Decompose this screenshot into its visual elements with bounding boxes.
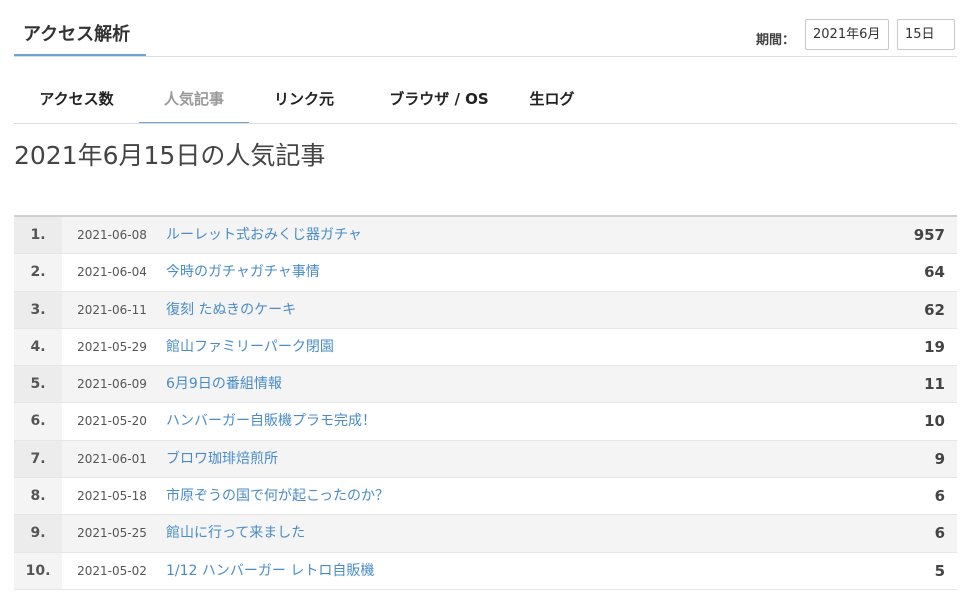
table-row: 10. 2021-05-02 1/12 ハンバーガー レトロ自販機 5 — [14, 552, 957, 590]
page-title: 2021年6月15日の人気記事 — [14, 141, 326, 170]
rank-cell: 5. — [14, 366, 62, 403]
tab-raw-log[interactable]: 生ログ — [519, 80, 585, 122]
count-cell: 957 — [913, 226, 945, 244]
table-row: 4. 2021-05-29 館山ファミリーパーク閉園 19 — [14, 328, 957, 367]
count-cell: 9 — [934, 449, 945, 468]
article-link[interactable]: 1/12 ハンバーガー レトロ自販機 — [166, 553, 374, 589]
table-row: 5. 2021-06-09 6月9日の番組情報 11 — [14, 366, 957, 404]
period-day-select[interactable]: 15日 — [897, 19, 955, 50]
table-row: 7. 2021-06-01 ブロワ珈琲焙煎所 9 — [14, 440, 957, 479]
table-row: 9. 2021-05-25 館山に行って来ました 6 — [14, 515, 957, 553]
period-month-select[interactable]: 2021年6月 — [805, 19, 889, 50]
header-divider — [14, 56, 957, 57]
article-link[interactable]: 館山ファミリーパーク閉園 — [166, 329, 334, 365]
table-row: 3. 2021-06-11 復刻 たぬきのケーキ 62 — [14, 291, 957, 329]
count-cell: 64 — [924, 263, 945, 282]
rank-cell: 8. — [14, 478, 62, 515]
date-cell: 2021-06-11 — [77, 302, 147, 317]
tab-browser-os[interactable]: ブラウザ / OS — [359, 80, 519, 122]
rank-cell: 6. — [14, 403, 62, 440]
rank-cell: 10. — [14, 552, 62, 589]
article-link[interactable]: ブロワ珈琲焙煎所 — [166, 441, 278, 477]
rank-cell: 2. — [14, 254, 62, 291]
count-cell: 6 — [934, 524, 945, 543]
header-title: アクセス解析 — [23, 24, 131, 45]
date-cell: 2021-06-01 — [77, 451, 147, 466]
count-cell: 5 — [934, 561, 945, 580]
article-link[interactable]: 館山に行って来ました — [166, 515, 305, 551]
table-row: 6. 2021-05-20 ハンバーガー自販機プラモ完成！ 10 — [14, 403, 957, 441]
rank-cell: 3. — [14, 291, 62, 328]
article-link[interactable]: ルーレット式おみくじ器ガチャ — [166, 217, 362, 253]
date-cell: 2021-05-29 — [77, 339, 147, 354]
popular-articles-table: 1. 2021-06-08 ルーレット式おみくじ器ガチャ 957 2. 2021… — [14, 215, 957, 590]
rank-cell: 7. — [14, 440, 62, 478]
tab-referrers[interactable]: リンク元 — [249, 80, 359, 122]
date-cell: 2021-05-02 — [77, 563, 147, 578]
table-row: 2. 2021-06-04 今時のガチャガチャ事情 64 — [14, 254, 957, 292]
access-analysis-page: アクセス解析 期間： 2021年6月 15日 アクセス数 人気記事 リンク元 ブ… — [0, 0, 972, 598]
count-cell: 11 — [924, 375, 945, 394]
article-link[interactable]: 6月9日の番組情報 — [166, 366, 282, 402]
tabs-divider — [14, 123, 957, 124]
date-cell: 2021-05-18 — [77, 489, 147, 504]
rank-cell: 9. — [14, 515, 62, 552]
date-cell: 2021-06-09 — [77, 377, 147, 392]
date-cell: 2021-06-04 — [77, 265, 147, 280]
count-cell: 6 — [934, 487, 945, 506]
count-cell: 19 — [924, 337, 945, 356]
period-label: 期間： — [756, 33, 796, 48]
date-cell: 2021-06-08 — [77, 228, 147, 242]
rank-cell: 1. — [14, 217, 62, 254]
tab-access-count[interactable]: アクセス数 — [14, 80, 139, 122]
count-cell: 62 — [924, 300, 945, 319]
count-cell: 10 — [924, 412, 945, 431]
article-link[interactable]: ハンバーガー自販機プラモ完成！ — [166, 403, 376, 439]
rank-cell: 4. — [14, 328, 62, 366]
table-row: 1. 2021-06-08 ルーレット式おみくじ器ガチャ 957 — [14, 217, 957, 255]
tab-popular-articles[interactable]: 人気記事 — [139, 80, 249, 124]
article-link[interactable]: 市原ぞうの国で何が起こったのか？ — [166, 478, 389, 514]
article-link[interactable]: 復刻 たぬきのケーキ — [166, 292, 296, 328]
date-cell: 2021-05-20 — [77, 414, 147, 429]
tab-bar: アクセス数 人気記事 リンク元 ブラウザ / OS 生ログ — [14, 80, 957, 124]
article-link[interactable]: 今時のガチャガチャ事情 — [166, 254, 320, 290]
table-row: 8. 2021-05-18 市原ぞうの国で何が起こったのか？ 6 — [14, 478, 957, 516]
date-cell: 2021-05-25 — [77, 526, 147, 541]
